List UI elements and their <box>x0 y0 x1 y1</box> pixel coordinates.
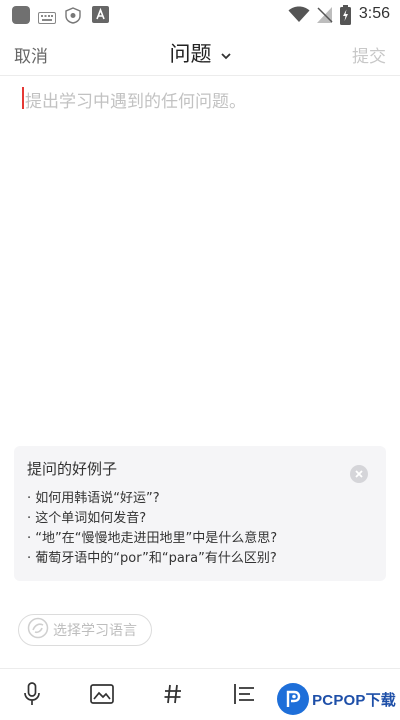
list-item: · 葡萄牙语中的“por”和“para”有什么区别? <box>27 551 277 566</box>
image-icon[interactable] <box>87 679 117 709</box>
shield-icon <box>65 7 81 28</box>
no-sim-icon <box>316 6 333 28</box>
page-title: 问题 <box>169 42 212 66</box>
status-time: 3:56 <box>358 5 390 22</box>
text-cursor <box>22 87 24 109</box>
language-icon <box>27 617 49 643</box>
keyboard-icon <box>38 9 56 28</box>
editor-placeholder: 提出学习中遇到的任何问题。 <box>25 92 246 112</box>
battery-charging-icon <box>340 5 351 29</box>
list-item: · 这个单词如何发音? <box>27 511 147 526</box>
list-item: · 如何用韩语说“好运”? <box>27 491 160 506</box>
close-icon[interactable] <box>350 465 368 483</box>
title-dropdown[interactable]: 问题 <box>0 38 400 68</box>
submit-button[interactable]: 提交 <box>352 42 386 67</box>
examples-card: 提问的好例子 · 如何用韩语说“好运”? · 这个单词如何发音? · “地”在“… <box>14 446 386 581</box>
chevron-down-icon <box>220 45 231 64</box>
examples-list: · 如何用韩语说“好运”? · 这个单词如何发音? · “地”在“慢慢地走进田地… <box>27 489 277 569</box>
question-editor[interactable]: 提出学习中遇到的任何问题。 <box>0 77 400 437</box>
select-language-label: 选择学习语言 <box>53 623 137 639</box>
list-item: · “地”在“慢慢地走进田地里”中是什么意思? <box>27 531 278 546</box>
status-bar: 3:56 <box>0 0 400 30</box>
hashtag-icon[interactable] <box>158 679 188 709</box>
watermark-text: PCPOP下载 <box>312 691 396 709</box>
header: 取消 问题 提交 <box>0 30 400 76</box>
microphone-icon[interactable] <box>17 679 47 709</box>
examples-title: 提问的好例子 <box>27 460 118 478</box>
select-language-button[interactable]: 选择学习语言 <box>18 614 152 646</box>
pcpop-logo-icon <box>277 683 310 715</box>
app-square-icon <box>12 6 30 24</box>
watermark: PCPOP下载 <box>277 682 396 716</box>
wifi-icon <box>288 6 310 27</box>
list-format-icon[interactable] <box>229 679 259 709</box>
a-icon <box>92 6 109 27</box>
